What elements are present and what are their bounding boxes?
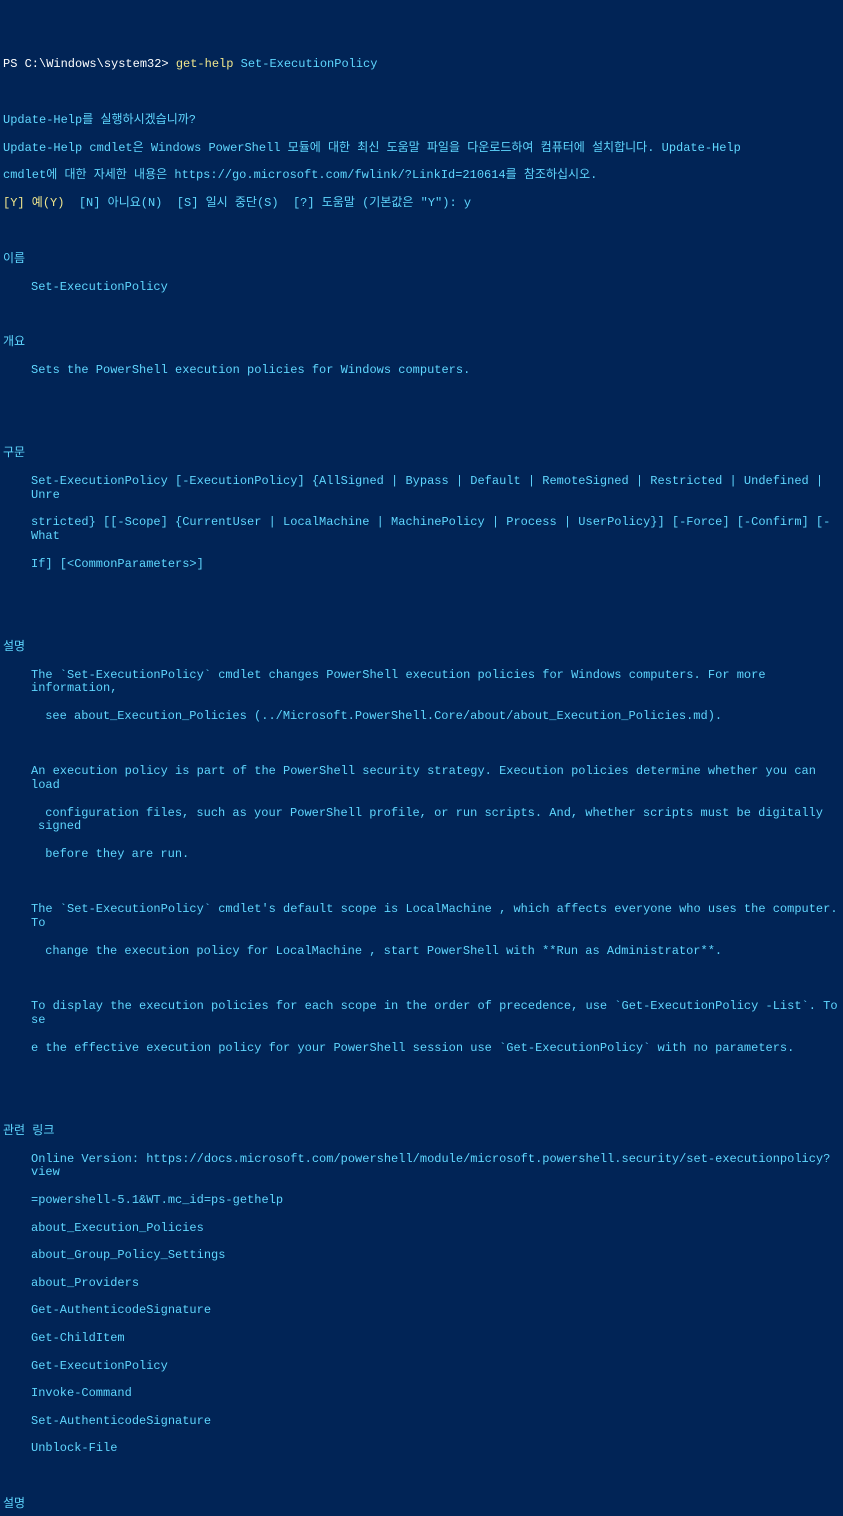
syntax-line3: If] [<CommonParameters>] (3, 558, 840, 572)
section-description-header: 설명 (3, 641, 840, 655)
desc-p4-l2: e the effective execution policy for you… (3, 1042, 840, 1056)
link-set-auth: Set-AuthenticodeSignature (3, 1415, 840, 1429)
link-get-execpolicy: Get-ExecutionPolicy (3, 1360, 840, 1374)
update-help-text1: Update-Help cmdlet은 Windows PowerShell 모… (3, 142, 840, 156)
option-rest: [N] 아니요(N) [S] 일시 중단(S) [?] 도움말 (기본값은 "Y… (64, 196, 471, 210)
desc-p1-l2: see about_Execution_Policies (../Microso… (3, 710, 840, 724)
link-get-childitem: Get-ChildItem (3, 1332, 840, 1346)
section-name-header: 이름 (3, 253, 840, 267)
update-help-text2: cmdlet에 대한 자세한 내용은 https://go.microsoft.… (3, 169, 840, 183)
option-yes: [Y] 예(Y) (3, 196, 64, 210)
desc-p2-l1: An execution policy is part of the Power… (3, 765, 840, 793)
link-about-exec: about_Execution_Policies (3, 1222, 840, 1236)
section-links-header: 관련 링크 (3, 1125, 840, 1139)
link-unblock-file: Unblock-File (3, 1442, 840, 1456)
syntax-line1: Set-ExecutionPolicy [-ExecutionPolicy] {… (3, 475, 840, 503)
command-gethelp: get-help (176, 57, 234, 71)
desc-p2-l3: before they are run. (3, 848, 840, 862)
section-synopsis-value: Sets the PowerShell execution policies f… (3, 364, 840, 378)
prompt-path: PS C:\Windows\system32> (3, 57, 176, 71)
section-syntax-header: 구문 (3, 447, 840, 461)
desc-p2-l2: configuration files, such as your PowerS… (3, 807, 840, 835)
prompt-line: PS C:\Windows\system32> get-help Set-Exe… (3, 58, 840, 72)
link-get-auth: Get-AuthenticodeSignature (3, 1304, 840, 1318)
terminal-output[interactable]: PS C:\Windows\system32> get-help Set-Exe… (3, 58, 840, 1516)
link-invoke-command: Invoke-Command (3, 1387, 840, 1401)
confirm-options: [Y] 예(Y) [N] 아니요(N) [S] 일시 중단(S) [?] 도움말… (3, 197, 840, 211)
command-argument: Set-ExecutionPolicy (233, 57, 377, 71)
section-remarks-header: 설명 (3, 1498, 840, 1512)
section-synopsis-header: 개요 (3, 336, 840, 350)
desc-p3-l2: change the execution policy for LocalMac… (3, 945, 840, 959)
section-name-value: Set-ExecutionPolicy (3, 281, 840, 295)
link-online2: =powershell-5.1&WT.mc_id=ps-gethelp (3, 1194, 840, 1208)
link-about-providers: about_Providers (3, 1277, 840, 1291)
desc-p1-l1: The `Set-ExecutionPolicy` cmdlet changes… (3, 669, 840, 697)
syntax-line2: stricted} [[-Scope] {CurrentUser | Local… (3, 516, 840, 544)
desc-p4-l1: To display the execution policies for ea… (3, 1000, 840, 1028)
link-online1: Online Version: https://docs.microsoft.c… (3, 1153, 840, 1181)
desc-p3-l1: The `Set-ExecutionPolicy` cmdlet's defau… (3, 903, 840, 931)
link-about-group: about_Group_Policy_Settings (3, 1249, 840, 1263)
update-help-title: Update-Help를 실행하시겠습니까? (3, 114, 840, 128)
